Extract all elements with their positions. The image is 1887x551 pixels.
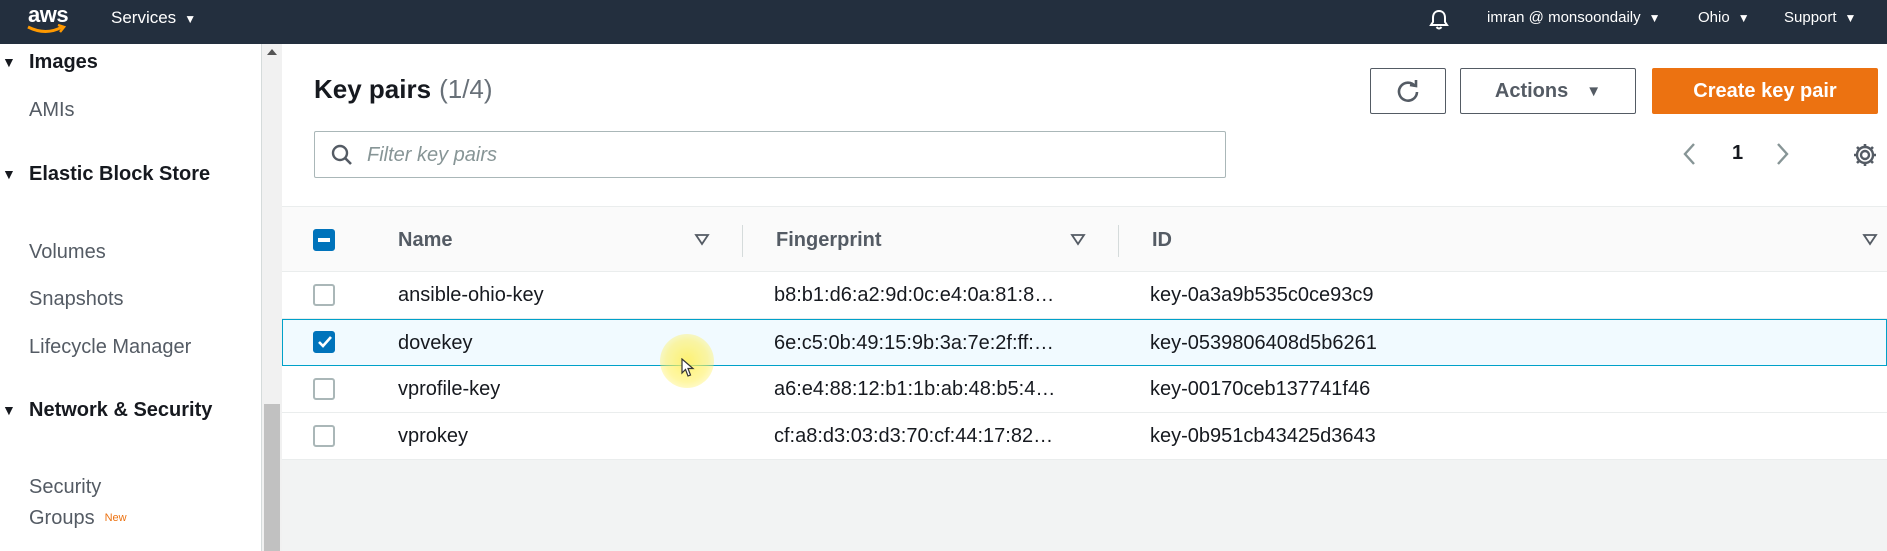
key-fingerprint: cf:a8:d3:03:d3:70:cf:44:17:82… <box>774 425 1054 447</box>
refresh-icon <box>1397 80 1419 102</box>
main-content: Key pairs (1/4) Actions ▼ Create key pair … <box>282 44 1887 551</box>
triangle-down-icon: ▼ <box>2 402 16 418</box>
triangle-down-icon: ▼ <box>2 166 16 182</box>
account-menu[interactable]: imran @ monsoondaily ▼ <box>1487 0 1661 36</box>
caret-down-icon: ▼ <box>1844 11 1857 25</box>
row-checkbox[interactable] <box>313 378 335 400</box>
key-name: vprofile-key <box>398 378 501 400</box>
notifications-bell-icon[interactable] <box>1428 8 1450 30</box>
sidebar-item-volumes[interactable]: Volumes <box>29 237 106 268</box>
row-checkbox-checked[interactable] <box>313 331 335 353</box>
key-id: key-00170ceb137741f46 <box>1150 378 1371 400</box>
previous-page-icon[interactable] <box>1682 142 1696 171</box>
key-pairs-panel: Key pairs (1/4) Actions ▼ Create key pair … <box>282 44 1887 460</box>
column-divider[interactable] <box>1118 225 1119 257</box>
current-page-number[interactable]: 1 <box>1732 142 1743 165</box>
key-name: ansible-ohio-key <box>398 284 544 306</box>
key-name: dovekey <box>398 332 473 354</box>
selection-count: (1/4) <box>439 74 493 104</box>
scroll-up-arrow-icon[interactable] <box>267 49 277 55</box>
key-id: key-0a3a9b535c0ce93c9 <box>1150 284 1374 306</box>
aws-logo[interactable]: aws <box>26 2 70 38</box>
search-icon <box>331 144 352 165</box>
row-checkbox[interactable] <box>313 284 335 306</box>
sort-icon[interactable] <box>1070 233 1086 247</box>
sidebar-item-snapshots[interactable]: Snapshots <box>29 284 124 315</box>
caret-down-icon: ▼ <box>1648 11 1661 25</box>
column-header-name[interactable]: Name <box>398 207 452 273</box>
scrollbar-thumb[interactable] <box>264 404 280 551</box>
table-row-selected[interactable]: dovekey 6e:c5:0b:49:15:9b:3a:7e:2f:ff:… … <box>282 319 1887 366</box>
page-title: Key pairs (1/4) <box>314 74 493 104</box>
filter-key-pairs-field[interactable] <box>314 131 1226 178</box>
filter-key-pairs-input[interactable] <box>365 140 1205 170</box>
key-fingerprint: a6:e4:88:12:b1:1b:ab:48:b5:4… <box>774 378 1056 400</box>
sidebar-item-amis[interactable]: AMIs <box>29 95 75 126</box>
services-menu[interactable]: Services ▼ <box>111 0 196 36</box>
column-header-id[interactable]: ID <box>1152 207 1172 273</box>
key-fingerprint: 6e:c5:0b:49:15:9b:3a:7e:2f:ff:… <box>774 332 1054 354</box>
caret-down-icon: ▼ <box>1737 11 1750 25</box>
actions-dropdown-button[interactable]: Actions ▼ <box>1460 68 1636 114</box>
checkmark-icon <box>318 336 332 348</box>
table-header: Name Fingerprint ID <box>282 206 1887 272</box>
table-row[interactable]: vprofile-key a6:e4:88:12:b1:1b:ab:48:b5:… <box>282 366 1887 413</box>
key-id: key-0b951cb43425d3643 <box>1150 425 1376 447</box>
support-menu[interactable]: Support ▼ <box>1784 0 1856 36</box>
sort-icon[interactable] <box>694 233 710 247</box>
row-checkbox[interactable] <box>313 425 335 447</box>
column-header-fingerprint[interactable]: Fingerprint <box>776 207 882 273</box>
sidebar: ▼ Images AMIs ▼ Elastic Block Store Volu… <box>0 44 262 551</box>
caret-down-icon: ▼ <box>1586 82 1602 100</box>
key-fingerprint: b8:b1:d6:a2:9d:0c:e4:0a:81:8… <box>774 284 1055 306</box>
next-page-icon[interactable] <box>1776 142 1790 171</box>
aws-smile-icon <box>27 24 66 33</box>
top-navigation-bar: aws Services ▼ imran @ monsoondaily ▼ Ohio… <box>0 0 1887 44</box>
table-settings-gear-icon[interactable] <box>1852 142 1878 173</box>
column-divider[interactable] <box>742 225 743 257</box>
create-key-pair-button[interactable]: Create key pair <box>1652 68 1878 114</box>
triangle-down-icon: ▼ <box>2 54 16 70</box>
caret-down-icon: ▼ <box>184 12 197 26</box>
refresh-button[interactable] <box>1370 68 1446 114</box>
select-all-checkbox[interactable] <box>313 229 335 251</box>
mouse-pointer-icon <box>681 358 695 377</box>
table-row[interactable]: vprokey cf:a8:d3:03:d3:70:cf:44:17:82… k… <box>282 413 1887 460</box>
sidebar-scrollbar[interactable] <box>262 44 282 551</box>
sidebar-item-security-groups[interactable]: Security Groups New <box>29 472 179 534</box>
table-row[interactable]: ansible-ohio-key b8:b1:d6:a2:9d:0c:e4:0a… <box>282 272 1887 319</box>
sidebar-item-lifecycle-manager[interactable]: Lifecycle Manager <box>29 332 191 363</box>
key-name: vprokey <box>398 425 469 447</box>
new-badge: New <box>104 512 127 525</box>
region-menu[interactable]: Ohio ▼ <box>1698 0 1750 36</box>
key-id: key-0539806408d5b6261 <box>1150 332 1377 354</box>
sort-icon[interactable] <box>1862 233 1878 247</box>
